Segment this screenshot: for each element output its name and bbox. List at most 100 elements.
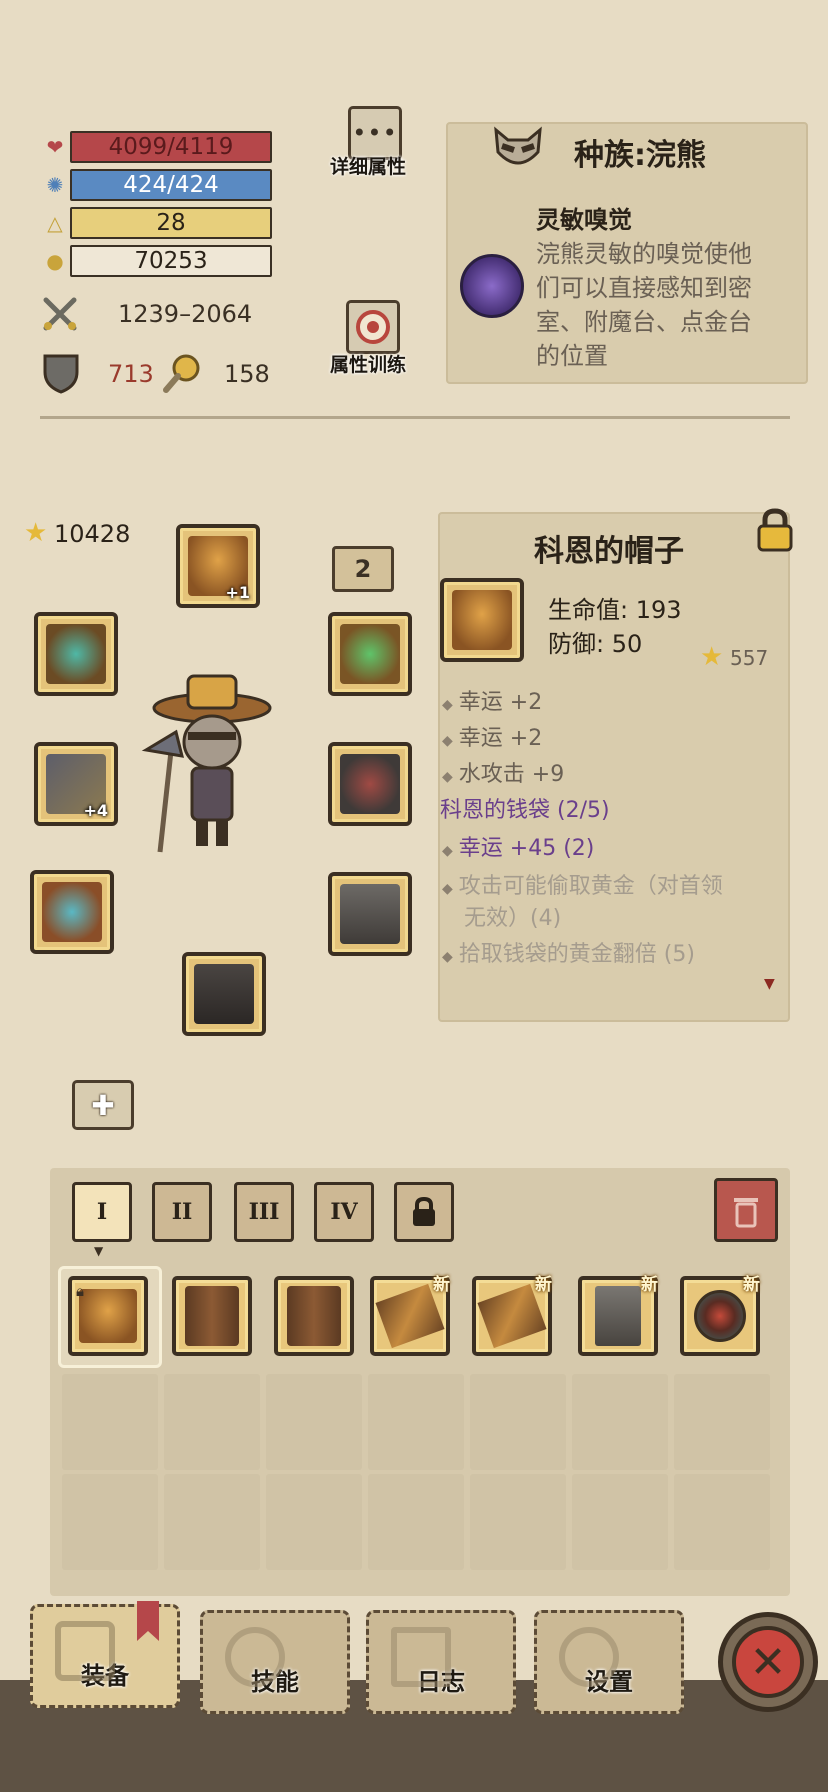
- inventory-cell[interactable]: [470, 1374, 566, 1470]
- active-tab-pointer: ▼: [94, 1244, 104, 1258]
- affix-row: ◆ 幸运 +2: [442, 720, 542, 752]
- amulet-slot[interactable]: [34, 612, 118, 696]
- inventory-cell[interactable]: [368, 1374, 464, 1470]
- detail-attributes-label: 详细属性: [330, 156, 407, 178]
- weapon-enhance-badge: +4: [83, 801, 108, 820]
- plus-icon: ✚: [91, 1088, 115, 1122]
- nav-settings-button[interactable]: 设置: [534, 1610, 684, 1714]
- set-bonus-text: 拾取钱袋的黄金翻倍 (5): [458, 942, 695, 967]
- inventory-cell[interactable]: [266, 1374, 362, 1470]
- set-bonus-row: ◆ 拾取钱袋的黄金翻倍 (5): [442, 936, 695, 968]
- pants-slot[interactable]: [328, 872, 412, 956]
- axe-icon: [55, 1621, 115, 1681]
- lock-icon[interactable]: [754, 508, 796, 552]
- inventory-item-crossbow-1[interactable]: 新: [370, 1275, 450, 1356]
- luck-icon: [160, 352, 202, 394]
- scroll-down-icon[interactable]: ▼: [764, 976, 775, 992]
- leather-armor-icon: [185, 1286, 239, 1346]
- nav-journal-button[interactable]: 日志: [366, 1610, 516, 1714]
- armor-slot[interactable]: [328, 742, 412, 826]
- new-tag: 新: [535, 1275, 552, 1295]
- lock-icon: [413, 1196, 435, 1226]
- level-bar: 28: [70, 207, 272, 239]
- item-score: 557: [730, 646, 769, 670]
- weapon-slot[interactable]: +4: [34, 742, 118, 826]
- set-bonus-row: ◆ 攻击可能偷取黄金（对首领: [442, 868, 723, 900]
- nav-equipment-button[interactable]: 装备: [30, 1601, 180, 1708]
- affix-text: 幸运 +2: [458, 690, 543, 715]
- inventory-cell[interactable]: [164, 1474, 260, 1570]
- bullet-icon: ◆: [442, 697, 453, 713]
- set-bonus-row: ◆ 幸运 +45 (2): [442, 830, 594, 862]
- inventory-cell[interactable]: [62, 1374, 158, 1470]
- attack-value: 1239–2064: [118, 300, 253, 328]
- item-detail-icon: [440, 578, 524, 662]
- inventory-item-hat[interactable]: 🔒︎: [68, 1276, 148, 1356]
- ring-icon: [340, 624, 400, 684]
- inventory-item-ring[interactable]: 新: [680, 1275, 760, 1356]
- amulet-icon: [46, 624, 106, 684]
- new-tag: 新: [641, 1275, 658, 1295]
- crest-button[interactable]: ✚: [72, 1080, 134, 1130]
- affix-text: 水攻击 +9: [458, 762, 565, 787]
- inventory-item-crossbow-2[interactable]: 新: [472, 1275, 552, 1356]
- affix-row: ◆ 水攻击 +9: [442, 756, 564, 788]
- inventory-cell[interactable]: [266, 1474, 362, 1570]
- nav-skills-button[interactable]: 技能: [200, 1610, 350, 1714]
- inventory-cell[interactable]: [572, 1374, 668, 1470]
- set-bonus-text: 攻击可能偷取黄金（对首领: [458, 874, 723, 899]
- pants-icon: [340, 884, 400, 944]
- inventory-cell[interactable]: [368, 1474, 464, 1570]
- race-trait-desc-2: 们可以直接感知到密: [536, 274, 752, 302]
- star-icon: ★: [24, 518, 48, 548]
- inventory-item-pants[interactable]: 新: [578, 1275, 658, 1356]
- hp-row: ❤ 4099/4119: [40, 130, 272, 164]
- trash-button[interactable]: [714, 1178, 778, 1242]
- heart-icon: ❤: [46, 135, 64, 159]
- inventory-cell[interactable]: [572, 1474, 668, 1570]
- level-row: △ 28: [40, 206, 272, 240]
- hat-icon: [79, 1289, 137, 1343]
- set-bonus-text: 幸运 +45 (2): [458, 836, 595, 861]
- inventory-cell[interactable]: [470, 1474, 566, 1570]
- new-tag: 新: [743, 1275, 760, 1295]
- equipment-score: 10428: [54, 520, 131, 548]
- cloak-slot[interactable]: [30, 870, 114, 954]
- ring-slot[interactable]: [328, 612, 412, 696]
- ring-icon: [694, 1290, 746, 1342]
- affix-row: ◆ 幸运 +2: [442, 684, 542, 716]
- close-button[interactable]: ✕: [718, 1612, 818, 1712]
- tab-page-3[interactable]: III: [234, 1182, 294, 1242]
- item-stat-hp: 生命值: 193: [548, 596, 682, 624]
- attribute-training-button[interactable]: [346, 300, 400, 354]
- armor-icon: [340, 754, 400, 814]
- tab-page-2[interactable]: II: [152, 1182, 212, 1242]
- tab-page-1[interactable]: I: [72, 1182, 132, 1242]
- hat-icon: [452, 590, 512, 650]
- bullet-icon: ◆: [442, 949, 453, 965]
- inventory-cell[interactable]: [62, 1474, 158, 1570]
- race-trait-desc-1: 浣熊灵敏的嗅觉使他: [536, 240, 752, 268]
- race-trait-name: 灵敏嗅觉: [536, 206, 632, 234]
- inventory-cell[interactable]: [674, 1474, 770, 1570]
- bullet-icon: ◆: [442, 881, 453, 897]
- bullet-icon: ◆: [442, 733, 453, 749]
- boots-slot[interactable]: [182, 952, 266, 1036]
- level-icon: △: [47, 211, 63, 235]
- journal-icon: [391, 1627, 451, 1687]
- lock-icon: 🔒︎: [76, 1282, 84, 1300]
- character-portrait: [136, 672, 286, 858]
- bullet-icon: ◆: [442, 769, 453, 785]
- inventory-item-armor-2[interactable]: [274, 1276, 354, 1356]
- helmet-slot[interactable]: +1: [176, 524, 260, 608]
- close-icon: ✕: [732, 1626, 804, 1698]
- gear-icon: [559, 1627, 619, 1687]
- gold-row: ● 70253: [40, 244, 272, 278]
- race-trait-desc-4: 的位置: [536, 342, 608, 370]
- tab-locked[interactable]: [394, 1182, 454, 1242]
- hp-bar: 4099/4119: [70, 131, 272, 163]
- tab-page-4[interactable]: IV: [314, 1182, 374, 1242]
- inventory-item-armor-1[interactable]: [172, 1276, 252, 1356]
- inventory-cell[interactable]: [674, 1374, 770, 1470]
- inventory-cell[interactable]: [164, 1374, 260, 1470]
